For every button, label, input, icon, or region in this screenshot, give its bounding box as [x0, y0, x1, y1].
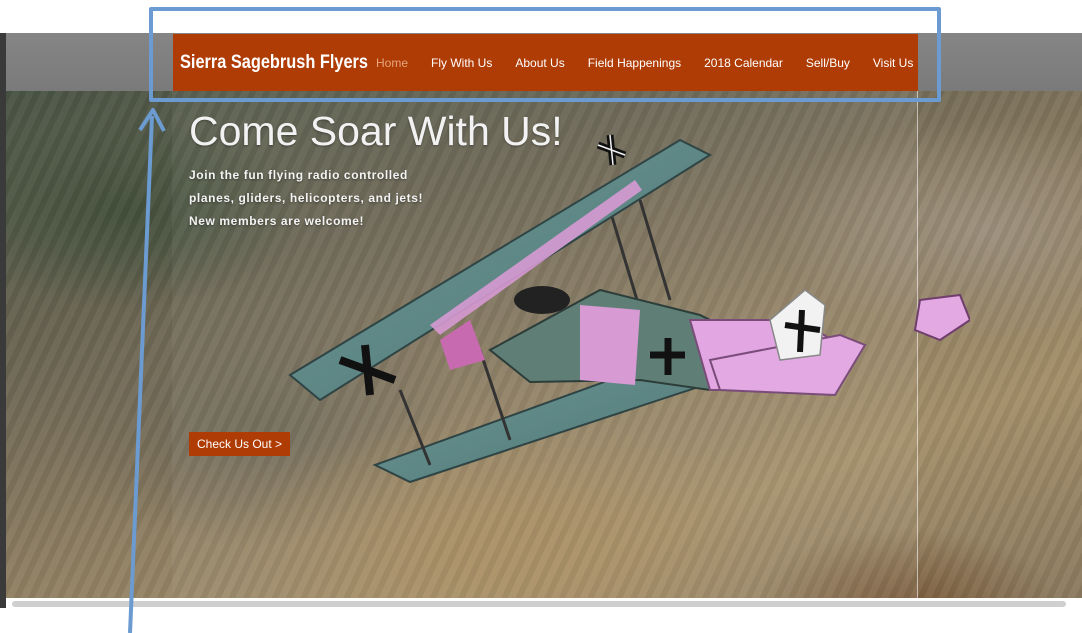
- arrow-up-icon: [128, 108, 166, 633]
